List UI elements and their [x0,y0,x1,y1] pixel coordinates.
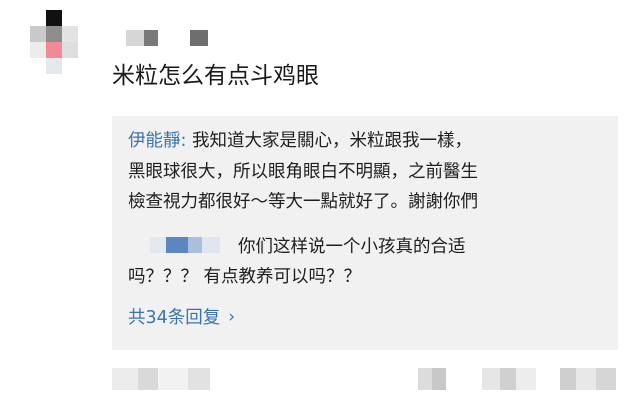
reply-item: 你们这样说一个小孩真的合适 吗？？？ 有点教养可以吗？？ [128,232,604,293]
redacted-username[interactable] [150,237,220,253]
view-all-replies-link[interactable]: 共34条回复 › [128,303,604,333]
post-author-name[interactable] [126,30,226,48]
avatar-pixel [30,26,46,42]
action-icon-blurred[interactable] [560,368,620,390]
avatar-pixel [62,42,78,58]
avatar-pixel [62,26,78,42]
reply-text-line-2: 吗？？？ 有点教养可以吗？？ [128,267,362,287]
username-pixel [190,30,208,46]
chevron-right-icon: › [228,306,236,327]
action-icon-blurred[interactable] [418,368,448,390]
action-icon-blurred[interactable] [482,368,540,390]
avatar-pixel [30,42,46,58]
reply-item: 伊能靜: 我知道大家是關心，米粒跟我一樣， 黑眼球很大，所以眼角眼白不明顯，之前… [128,126,604,218]
reply-text-line-3: 檢查視力都很好～等大一點就好了。謝謝你們 [128,192,478,212]
reply-preview-box[interactable]: 伊能靜: 我知道大家是關心，米粒跟我一樣， 黑眼球很大，所以眼角眼白不明顯，之前… [112,116,618,350]
avatar-pixel [46,58,62,74]
reply-count-label: 共34条回复 [128,307,221,328]
reply-text-line-2: 黑眼球很大，所以眼角眼白不明顯，之前醫生 [128,161,478,182]
reply-text-line-1: 你们这样说一个小孩真的合适 [238,236,466,257]
username-pixel [126,30,144,46]
avatar-pixel [46,42,62,58]
avatar-pixel [46,10,62,26]
post-text: 米粒怎么有点斗鸡眼 [112,63,319,89]
username-pixel [144,30,158,46]
avatar-pixel [46,26,62,42]
avatar[interactable] [14,10,78,78]
reply-author-name[interactable]: 伊能靜 [128,131,181,151]
post-meta-blurred [112,368,222,390]
reply-text-line-1: 我知道大家是關心，米粒跟我一樣， [186,131,472,151]
